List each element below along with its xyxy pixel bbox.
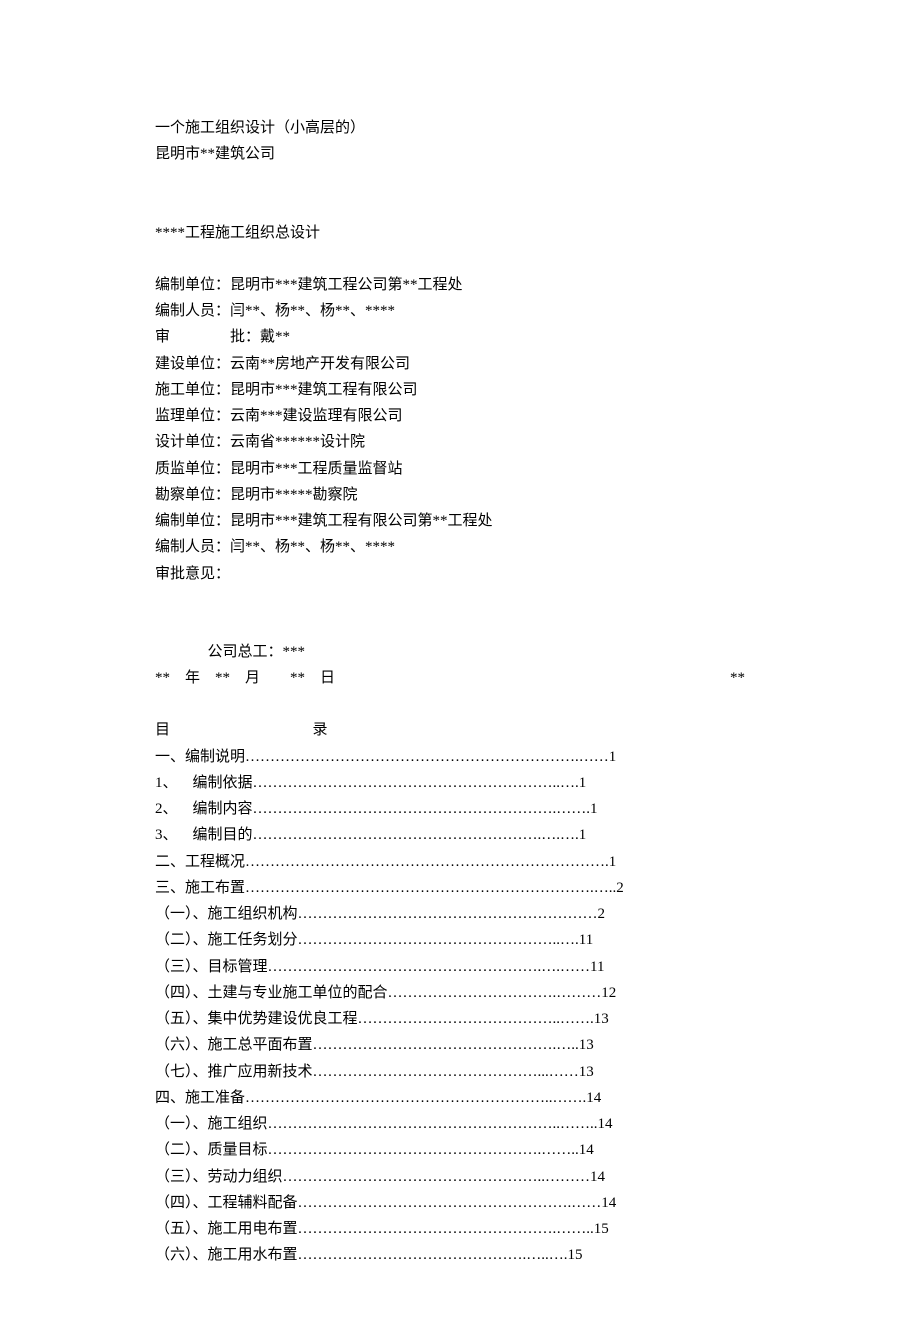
toc-item: （二）、施工任务划分……………………………………………..….11 (155, 927, 765, 953)
meta-approve: 审 批：戴** (155, 324, 765, 350)
toc-item: （一）、施工组织机构……………………………………………………2 (155, 901, 765, 927)
toc-item: （七）、推广应用新技术………………………………………...……13 (155, 1059, 765, 1085)
meta-survey: 勘察单位：昆明市*****勘察院 (155, 482, 765, 508)
date-line: ** 年 ** 月 ** 日 (155, 665, 765, 691)
right-star-marker: ** (730, 665, 745, 691)
toc-item: （五）、施工用电布置…………………………………………….……..15 (155, 1216, 765, 1242)
meta-org2: 编制单位：昆明市***建筑工程有限公司第**工程处 (155, 508, 765, 534)
toc-item: 二、工程概况……………………………………………………………….1 (155, 849, 765, 875)
meta-org: 编制单位：昆明市***建筑工程公司第**工程处 (155, 272, 765, 298)
toc-list: 一、编制说明………………………………………………………….……11、 编制依据…… (155, 744, 765, 1269)
toc-item: 一、编制说明………………………………………………………….……1 (155, 744, 765, 770)
meta-designer: 设计单位：云南省******设计院 (155, 429, 765, 455)
meta-constructor: 施工单位：昆明市***建筑工程有限公司 (155, 377, 765, 403)
meta-quality: 质监单位：昆明市***工程质量监督站 (155, 456, 765, 482)
toc-item: （四）、土建与专业施工单位的配合…………………………….………12 (155, 980, 765, 1006)
meta-supervisor: 监理单位：云南***建设监理有限公司 (155, 403, 765, 429)
toc-item: （三）、目标管理……………………………………………….….……11 (155, 954, 765, 980)
toc-item: （三）、劳动力组织……………………………………………..………14 (155, 1164, 765, 1190)
toc-item: （五）、集中优势建设优良工程…………………………………..…….13 (155, 1006, 765, 1032)
toc-item: 四、施工准备……………………………………………………..…….14 (155, 1085, 765, 1111)
chief-engineer: 公司总工：*** (155, 639, 765, 665)
toc-item: （一）、施工组织…………………………………………………..……..14 (155, 1111, 765, 1137)
toc-item: 2、 编制内容…………………………………………………….…….1 (155, 796, 765, 822)
toc-item: （六）、施工总平面布置………………………………………….…..13 (155, 1032, 765, 1058)
doc-title: ****工程施工组织总设计 (155, 220, 765, 246)
toc-item: 3、 编制目的………………………………………………….….….1 (155, 822, 765, 848)
doc-header-line2: 昆明市**建筑公司 (155, 141, 765, 167)
toc-item: 1、 编制依据……………………………………………………..….1 (155, 770, 765, 796)
meta-staff2: 编制人员：闫**、杨**、杨**、**** (155, 534, 765, 560)
toc-heading-right: 录 (313, 722, 328, 738)
toc-heading-left: 目 (155, 722, 170, 738)
toc-item: （四）、工程辅料配备……………………………………………….……14 (155, 1190, 765, 1216)
toc-item: 三、施工布置…………………………………………………………….…..2 (155, 875, 765, 901)
doc-header-line1: 一个施工组织设计（小高层的） (155, 115, 765, 141)
toc-item: （二）、质量目标……………………………………………….……..14 (155, 1137, 765, 1163)
toc-item: （六）、施工用水布置……………………………………….…..….15 (155, 1242, 765, 1268)
meta-builder: 建设单位：云南**房地产开发有限公司 (155, 351, 765, 377)
meta-staff: 编制人员：闫**、杨**、杨**、**** (155, 298, 765, 324)
toc-heading: 目录 (155, 717, 765, 743)
meta-opinion: 审批意见： (155, 561, 765, 587)
